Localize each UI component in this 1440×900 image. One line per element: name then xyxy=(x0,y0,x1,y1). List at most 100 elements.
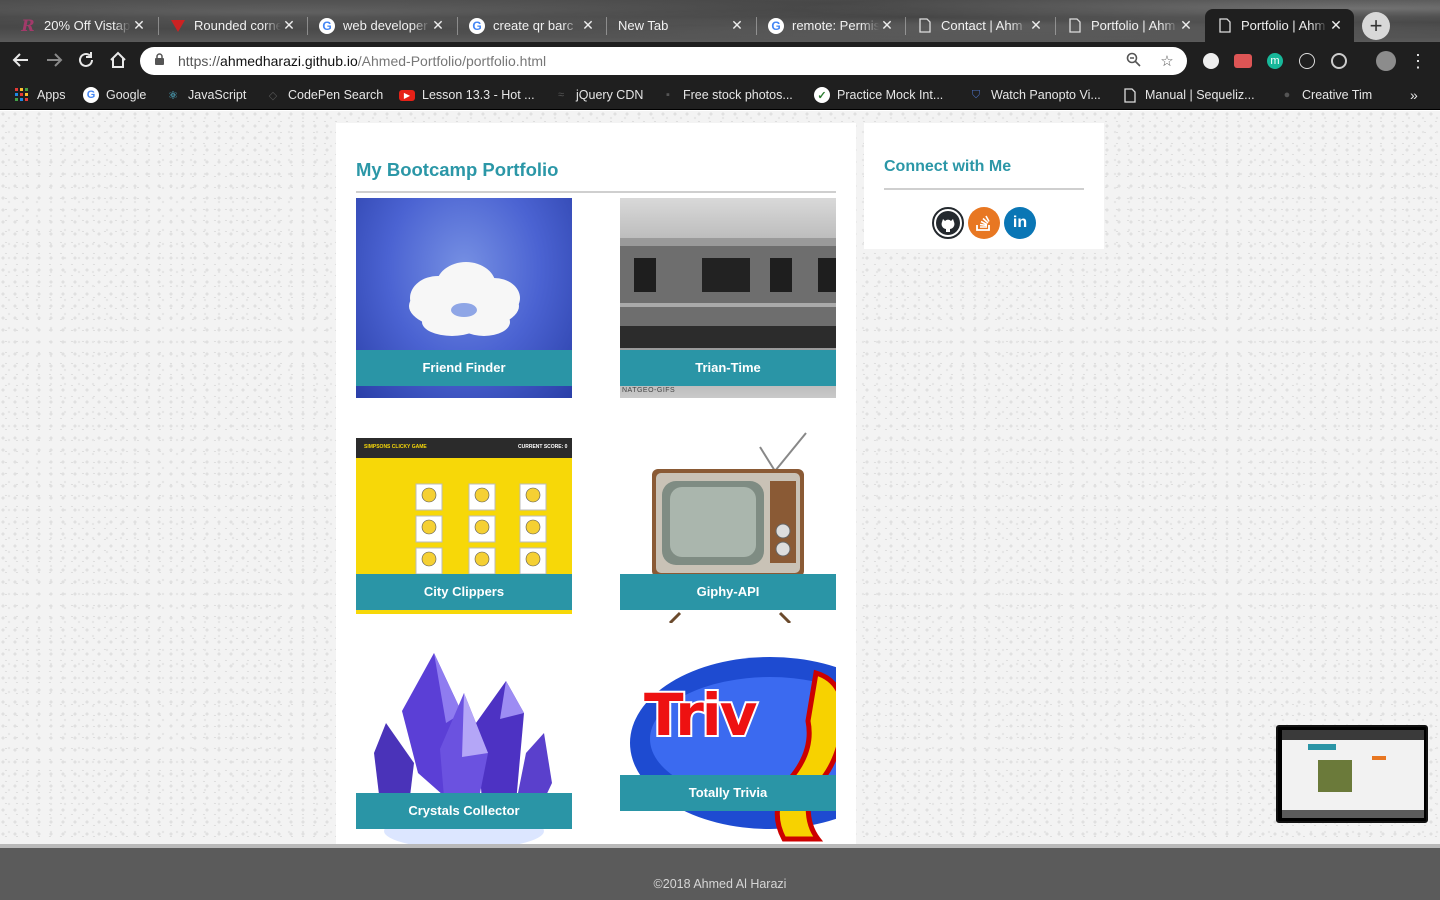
project-label: Friend Finder xyxy=(356,350,572,386)
page-icon xyxy=(1217,18,1233,34)
menu-dots-icon[interactable]: ⋮ xyxy=(1407,50,1429,72)
stackoverflow-link[interactable] xyxy=(968,207,1000,239)
stackoverflow-icon xyxy=(976,215,990,231)
close-icon[interactable]: ✕ xyxy=(1178,17,1194,34)
project-label: Trian-Time xyxy=(620,350,836,386)
linkedin-link[interactable]: in xyxy=(1004,207,1036,239)
bookmark-google[interactable]: G Google xyxy=(83,85,146,105)
extension-video-icon[interactable] xyxy=(1234,54,1252,68)
trivia-logo-text: Triv xyxy=(642,679,760,751)
project-giphy-api[interactable]: Giphy-API xyxy=(620,423,836,623)
bookmark-jquery[interactable]: ≈ jQuery CDN xyxy=(553,85,643,105)
bookmark-practice-mock[interactable]: ✓ Practice Mock Int... xyxy=(814,85,943,105)
jquery-icon: ≈ xyxy=(557,89,565,101)
page-title: My Bootcamp Portfolio xyxy=(356,159,559,180)
react-devtools-icon[interactable] xyxy=(1299,53,1315,69)
bookmark-lesson[interactable]: ▶ Lesson 13.3 - Hot ... xyxy=(399,85,535,105)
tab-3[interactable]: G web developer ✕ xyxy=(307,9,456,42)
close-icon[interactable]: ✕ xyxy=(729,17,745,34)
bookmark-star-icon[interactable]: ☆ xyxy=(1157,52,1177,70)
close-icon[interactable]: ✕ xyxy=(281,17,297,34)
project-label: Totally Trivia xyxy=(620,775,836,811)
bookmark-sequelize[interactable]: Manual | Sequeliz... xyxy=(1122,85,1255,105)
watermark-text: NATGEO-GIFS xyxy=(622,387,676,394)
copyright-text: ©2018 Ahmed Al Harazi xyxy=(653,877,787,891)
creative-tim-icon: ● xyxy=(1283,89,1291,101)
close-icon[interactable]: ✕ xyxy=(580,17,596,34)
tab-strip: R 20% Off Vistap ✕ Rounded corne ✕ G web… xyxy=(0,0,1440,42)
more-bookmarks-chevron-icon[interactable]: » xyxy=(1410,85,1418,105)
lock-icon[interactable] xyxy=(154,53,168,69)
project-trian-time[interactable]: NATGEO-GIFS Trian-Time xyxy=(620,198,836,398)
close-icon[interactable]: ✕ xyxy=(879,17,895,34)
tab-6[interactable]: G remote: Permis ✕ xyxy=(756,9,905,42)
reload-icon[interactable] xyxy=(75,50,97,72)
zoom-icon[interactable] xyxy=(1123,52,1143,71)
tab-5[interactable]: New Tab ✕ xyxy=(606,9,755,42)
picture-in-picture-window[interactable] xyxy=(1276,725,1428,823)
close-icon[interactable]: ✕ xyxy=(1328,17,1344,34)
github-icon xyxy=(936,211,960,235)
bookmark-apps[interactable]: Apps xyxy=(14,85,66,105)
project-label: City Clippers xyxy=(356,574,572,610)
extension-circle-icon[interactable] xyxy=(1203,53,1219,69)
red-triangle-icon xyxy=(170,18,186,34)
project-label: Giphy-API xyxy=(620,574,836,610)
close-icon[interactable]: ✕ xyxy=(1028,17,1044,34)
divider xyxy=(884,188,1084,190)
linkedin-icon: in xyxy=(1012,214,1028,231)
bookmark-creative-tim[interactable]: ● Creative Tim xyxy=(1279,85,1372,105)
bookmark-codepen[interactable]: ◇ CodePen Search xyxy=(265,85,383,105)
bookmark-panopto[interactable]: ⛉ Watch Panopto Vi... xyxy=(968,85,1101,105)
address-bar[interactable]: https://ahmedharazi.github.io/Ahmed-Port… xyxy=(140,47,1187,75)
profile-avatar[interactable] xyxy=(1376,51,1396,71)
tab-8[interactable]: Portfolio | Ahm ✕ xyxy=(1055,9,1204,42)
tab-4[interactable]: G create qr barc ✕ xyxy=(457,9,606,42)
tab-1[interactable]: R 20% Off Vistap ✕ xyxy=(8,9,157,42)
page-icon xyxy=(917,18,933,34)
back-arrow-icon[interactable] xyxy=(10,50,32,72)
google-icon: G xyxy=(319,17,335,34)
url-text[interactable]: https://ahmedharazi.github.io/Ahmed-Port… xyxy=(178,53,1109,69)
apps-grid-icon xyxy=(14,87,30,103)
tab-7[interactable]: Contact | Ahm ✕ xyxy=(905,9,1054,42)
page-viewport: My Bootcamp Portfolio Friend Finder NATG… xyxy=(0,111,1440,900)
close-icon[interactable]: ✕ xyxy=(131,17,147,34)
page-icon xyxy=(1122,87,1138,103)
codepen-icon: ◇ xyxy=(268,89,278,102)
panopto-icon: ⛉ xyxy=(971,88,981,101)
pexels-icon: ▪ xyxy=(666,89,670,101)
trivia-logo-thumbnail: Triv xyxy=(620,653,836,849)
github-link[interactable] xyxy=(932,207,964,239)
react-icon: ⚛ xyxy=(168,89,178,102)
extension-m-icon[interactable]: m xyxy=(1267,53,1283,69)
page-icon xyxy=(1067,18,1083,34)
footer: ©2018 Ahmed Al Harazi xyxy=(0,844,1440,900)
project-totally-trivia[interactable]: Triv Totally Trivia xyxy=(620,653,836,849)
bookmark-javascript[interactable]: ⚛ JavaScript xyxy=(165,85,246,105)
google-icon: G xyxy=(83,87,99,103)
youtube-icon: ▶ xyxy=(399,89,415,101)
google-icon: G xyxy=(469,17,485,34)
google-icon: G xyxy=(768,17,784,34)
home-icon[interactable] xyxy=(107,50,129,72)
r-logo-icon: R xyxy=(21,16,35,35)
connect-card: Connect with Me in xyxy=(864,123,1104,249)
browser-toolbar: https://ahmedharazi.github.io/Ahmed-Port… xyxy=(0,42,1440,80)
project-crystals-collector[interactable]: Crystals Collector xyxy=(356,653,572,853)
tab-2[interactable]: Rounded corne ✕ xyxy=(158,9,307,42)
bookmark-stock-photos[interactable]: ▪ Free stock photos... xyxy=(660,85,793,105)
project-friend-finder[interactable]: Friend Finder xyxy=(356,198,572,398)
extension-target-icon[interactable] xyxy=(1331,53,1347,69)
portfolio-card: My Bootcamp Portfolio Friend Finder NATG… xyxy=(336,123,856,853)
connect-title: Connect with Me xyxy=(884,158,1012,175)
check-icon: ✓ xyxy=(814,87,830,103)
project-city-clippers[interactable]: SIMPSONS CLICKY GAME CURRENT SCORE: 0 Ci… xyxy=(356,438,572,614)
close-icon[interactable]: ✕ xyxy=(430,17,446,34)
new-tab-button[interactable]: + xyxy=(1362,12,1390,40)
project-label: Crystals Collector xyxy=(356,793,572,829)
forward-arrow-icon[interactable] xyxy=(43,50,65,72)
tab-9-active[interactable]: Portfolio | Ahm ✕ xyxy=(1205,9,1354,42)
divider xyxy=(356,191,836,193)
bookmarks-bar: Apps G Google ⚛ JavaScript ◇ CodePen Sea… xyxy=(0,80,1440,110)
